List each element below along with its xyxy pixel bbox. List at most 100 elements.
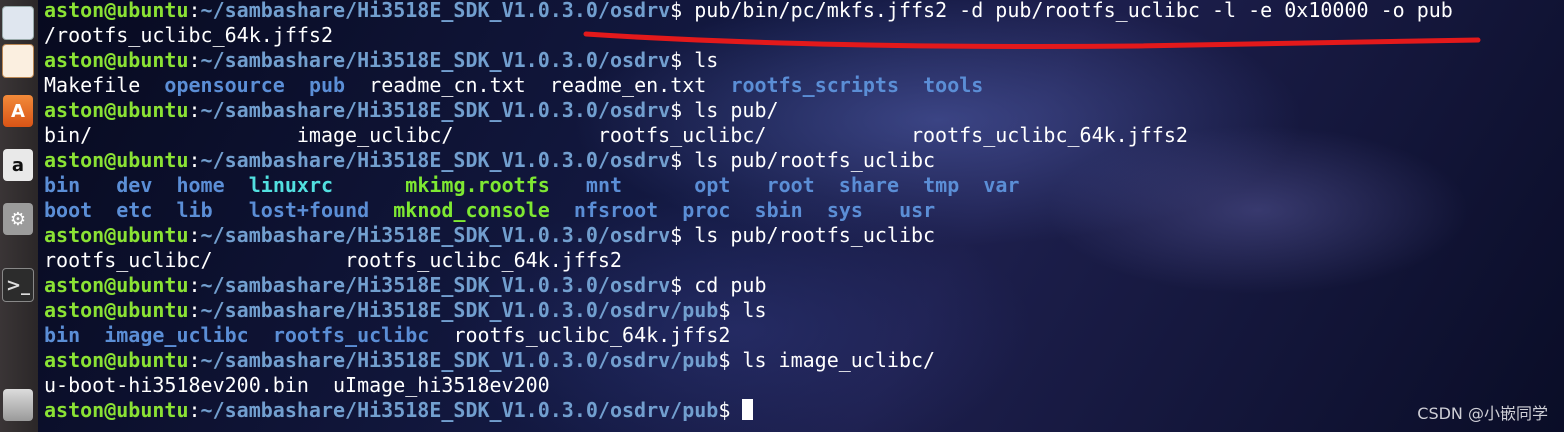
directory-entry: image_uclibc	[104, 323, 249, 347]
command-text: ls pub/rootfs_uclibc	[694, 148, 936, 172]
directory-entry: sbin	[754, 198, 803, 222]
prompt-user: aston@ubuntu	[44, 298, 189, 322]
directory-entry: lost+found	[248, 198, 370, 222]
output-text: bin/ image_uclibc/ rootfs_uclibc/ rootfs…	[44, 123, 1188, 147]
prompt-user: aston@ubuntu	[44, 348, 189, 372]
launcher-dock: Aa ⚙ >_	[0, 0, 39, 432]
output-line: /rootfs_uclibc_64k.jffs2	[44, 23, 333, 48]
directory-entry: bin	[44, 173, 81, 197]
output-line: rootfs_uclibc/ rootfs_uclibc_64k.jffs2	[44, 248, 622, 273]
executable-entry: mkimg.rootfs	[405, 173, 550, 197]
prompt-user: aston@ubuntu	[44, 273, 189, 297]
output-text: readme_en.txt	[549, 73, 707, 97]
output-text: u-boot-hi3518ev200.bin uImage_hi3518ev20…	[44, 373, 550, 397]
terminal-icon: >_	[2, 268, 34, 302]
prompt-path: ~/sambashare/Hi3518E_SDK_V1.0.3.0/osdrv	[200, 148, 671, 172]
directory-entry: opensource	[164, 73, 285, 97]
software-center-launcher[interactable]: A	[0, 88, 36, 134]
text-cursor[interactable]	[742, 399, 754, 420]
directory-entry: usr	[899, 198, 936, 222]
directory-entry: var	[983, 173, 1020, 197]
directory-entry: tmp	[923, 173, 960, 197]
command-text: ls pub/rootfs_uclibc	[694, 223, 936, 247]
prompt-line: aston@ubuntu:~/sambashare/Hi3518E_SDK_V1…	[44, 98, 779, 122]
amazon-launcher[interactable]: a	[0, 142, 36, 188]
system-settings-icon: ⚙	[3, 203, 33, 235]
output-text: /rootfs_uclibc_64k.jffs2	[44, 23, 333, 47]
prompt-path: ~/sambashare/Hi3518E_SDK_V1.0.3.0/osdrv/…	[200, 298, 719, 322]
directory-entry: opt	[694, 173, 731, 197]
prompt-user: aston@ubuntu	[44, 0, 189, 22]
command-text: ls	[694, 48, 719, 72]
directory-entry: lib	[176, 198, 213, 222]
csdn-watermark: CSDN @小嵌同学	[1417, 404, 1548, 423]
directory-entry: bin	[44, 323, 81, 347]
output-text: readme_cn.txt	[369, 73, 526, 97]
terminal-launcher[interactable]: >_	[0, 262, 36, 308]
command-text: cd pub	[694, 273, 767, 297]
prompt-user: aston@ubuntu	[44, 98, 189, 122]
symlink-entry: linuxrc	[248, 173, 334, 197]
directory-entry: rootfs_scripts	[730, 73, 900, 97]
prompt-path: ~/sambashare/Hi3518E_SDK_V1.0.3.0/osdrv	[200, 98, 671, 122]
directory-entry: proc	[682, 198, 731, 222]
prompt-path: ~/sambashare/Hi3518E_SDK_V1.0.3.0/osdrv	[200, 48, 671, 72]
prompt-line: aston@ubuntu:~/sambashare/Hi3518E_SDK_V1…	[44, 0, 1453, 22]
output-text: Makefile	[44, 73, 141, 97]
prompt-line: aston@ubuntu:~/sambashare/Hi3518E_SDK_V1…	[44, 273, 767, 297]
directory-entry: rootfs_uclibc	[272, 323, 430, 347]
directory-entry: sys	[826, 198, 863, 222]
prompt-user: aston@ubuntu	[44, 48, 189, 72]
office-writer-icon	[2, 6, 34, 40]
directory-entry: dev	[116, 173, 153, 197]
executable-entry: mknod_console	[393, 198, 550, 222]
directory-entry: root	[766, 173, 815, 197]
prompt-user: aston@ubuntu	[44, 223, 189, 247]
prompt-line: aston@ubuntu:~/sambashare/Hi3518E_SDK_V1…	[44, 348, 936, 372]
trash-launcher[interactable]	[0, 382, 36, 428]
directory-entry: nfsroot	[573, 198, 659, 222]
prompt-user: aston@ubuntu	[44, 148, 189, 172]
output-line: bin dev home linuxrc mkimg.rootfs mnt op…	[44, 173, 1019, 198]
directory-entry: tools	[923, 73, 984, 97]
directory-entry: home	[176, 173, 225, 197]
prompt-line: aston@ubuntu:~/sambashare/Hi3518E_SDK_V1…	[44, 148, 936, 172]
system-settings-launcher[interactable]: ⚙	[0, 196, 36, 242]
output-text: rootfs_uclibc_64k.jffs2	[453, 323, 731, 347]
output-line: Makefile opensource pub readme_cn.txt re…	[44, 73, 983, 98]
office-impress-launcher[interactable]	[0, 38, 36, 84]
prompt-path: ~/sambashare/Hi3518E_SDK_V1.0.3.0/osdrv/…	[200, 398, 719, 422]
command-text: ls image_uclibc/	[742, 348, 936, 372]
output-line: u-boot-hi3518ev200.bin uImage_hi3518ev20…	[44, 373, 550, 398]
output-line: bin image_uclibc rootfs_uclibc rootfs_uc…	[44, 323, 730, 348]
output-text: rootfs_uclibc/ rootfs_uclibc_64k.jffs2	[44, 248, 622, 272]
command-text: ls	[742, 298, 767, 322]
prompt-path: ~/sambashare/Hi3518E_SDK_V1.0.3.0/osdrv/…	[200, 348, 719, 372]
prompt-path: ~/sambashare/Hi3518E_SDK_V1.0.3.0/osdrv	[200, 273, 671, 297]
directory-entry: share	[838, 173, 900, 197]
terminal-window[interactable]: aston@ubuntu:~/sambashare/Hi3518E_SDK_V1…	[38, 0, 1564, 432]
prompt-path: ~/sambashare/Hi3518E_SDK_V1.0.3.0/osdrv	[200, 223, 671, 247]
command-text: pub/bin/pc/mkfs.jffs2 -d pub/rootfs_ucli…	[694, 0, 1453, 22]
